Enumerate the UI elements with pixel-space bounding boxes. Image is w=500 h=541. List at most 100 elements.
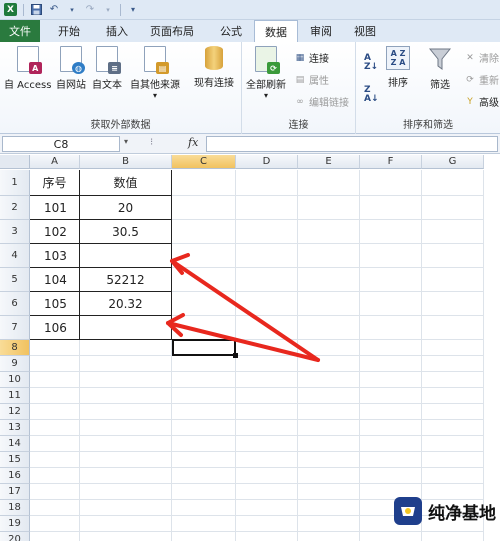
cell-f20[interactable] [360, 532, 422, 541]
cell-d5[interactable] [236, 268, 298, 292]
cell-e15[interactable] [298, 452, 360, 468]
clear-filter-button[interactable]: ✕ 清除 [464, 50, 499, 66]
cell-g9[interactable] [422, 356, 484, 372]
reapply-button[interactable]: ⟳ 重新 [464, 72, 499, 88]
cell-d17[interactable] [236, 484, 298, 500]
cell-e10[interactable] [298, 372, 360, 388]
cell-c3[interactable] [172, 220, 236, 244]
cell-e2[interactable] [298, 196, 360, 220]
cell-b18[interactable] [80, 500, 172, 516]
cell-d11[interactable] [236, 388, 298, 404]
row-header-5[interactable]: 5 [0, 268, 30, 292]
cell-b6[interactable]: 20.32 [80, 292, 172, 316]
save-icon[interactable] [30, 4, 42, 16]
cell-c16[interactable] [172, 468, 236, 484]
cell-a1[interactable]: 序号 [30, 170, 80, 196]
cell-d8[interactable] [236, 340, 298, 356]
cell-d2[interactable] [236, 196, 298, 220]
cell-a19[interactable] [30, 516, 80, 532]
cell-b1[interactable]: 数值 [80, 170, 172, 196]
row-header-3[interactable]: 3 [0, 220, 30, 244]
cell-e1[interactable] [298, 170, 360, 196]
cell-g10[interactable] [422, 372, 484, 388]
cell-f16[interactable] [360, 468, 422, 484]
cell-b17[interactable] [80, 484, 172, 500]
cell-g14[interactable] [422, 436, 484, 452]
name-box[interactable]: C8 [2, 136, 120, 152]
formula-input[interactable] [206, 136, 498, 152]
cell-e20[interactable] [298, 532, 360, 541]
from-web-button[interactable]: ◍ 自网站 [56, 46, 86, 91]
cell-e3[interactable] [298, 220, 360, 244]
cell-a18[interactable] [30, 500, 80, 516]
cell-c17[interactable] [172, 484, 236, 500]
cell-g20[interactable] [422, 532, 484, 541]
cell-d14[interactable] [236, 436, 298, 452]
existing-connections-button[interactable]: 现有连接 [194, 46, 234, 89]
cell-a6[interactable]: 105 [30, 292, 80, 316]
cell-a5[interactable]: 104 [30, 268, 80, 292]
cell-b8[interactable] [80, 340, 172, 356]
cell-a8[interactable] [30, 340, 80, 356]
cell-b2[interactable]: 20 [80, 196, 172, 220]
cell-e17[interactable] [298, 484, 360, 500]
row-header-11[interactable]: 11 [0, 388, 30, 404]
cell-d7[interactable] [236, 316, 298, 340]
edit-links-button[interactable]: ∞ 编辑链接 [294, 94, 349, 110]
row-header-2[interactable]: 2 [0, 196, 30, 220]
active-cell-c8[interactable] [172, 339, 236, 356]
cell-d1[interactable] [236, 170, 298, 196]
cell-f7[interactable] [360, 316, 422, 340]
cell-b12[interactable] [80, 404, 172, 420]
row-header-17[interactable]: 17 [0, 484, 30, 500]
cell-c19[interactable] [172, 516, 236, 532]
cell-c1[interactable] [172, 170, 236, 196]
cell-e5[interactable] [298, 268, 360, 292]
cell-b13[interactable] [80, 420, 172, 436]
filter-button[interactable]: 筛选 [428, 46, 452, 91]
cell-g4[interactable] [422, 244, 484, 268]
row-header-1[interactable]: 1 [0, 170, 30, 196]
cell-a16[interactable] [30, 468, 80, 484]
cell-b19[interactable] [80, 516, 172, 532]
cell-a7[interactable]: 106 [30, 316, 80, 340]
column-header-f[interactable]: F [360, 155, 422, 169]
cell-d6[interactable] [236, 292, 298, 316]
row-header-16[interactable]: 16 [0, 468, 30, 484]
cell-d16[interactable] [236, 468, 298, 484]
tab-review[interactable]: 审阅 [298, 20, 344, 42]
cell-c11[interactable] [172, 388, 236, 404]
column-header-a[interactable]: A [30, 155, 80, 169]
cell-g5[interactable] [422, 268, 484, 292]
cell-g12[interactable] [422, 404, 484, 420]
cell-f2[interactable] [360, 196, 422, 220]
cell-b14[interactable] [80, 436, 172, 452]
cell-f14[interactable] [360, 436, 422, 452]
sort-button[interactable]: A ZZ A 排序 [386, 46, 410, 89]
cell-g15[interactable] [422, 452, 484, 468]
cell-a12[interactable] [30, 404, 80, 420]
cell-g8[interactable] [422, 340, 484, 356]
cell-d13[interactable] [236, 420, 298, 436]
cell-b5[interactable]: 52212 [80, 268, 172, 292]
cell-e13[interactable] [298, 420, 360, 436]
cell-a17[interactable] [30, 484, 80, 500]
cell-d3[interactable] [236, 220, 298, 244]
cell-b10[interactable] [80, 372, 172, 388]
tab-data[interactable]: 数据 [254, 20, 298, 42]
column-header-c[interactable]: C [172, 155, 236, 169]
from-text-button[interactable]: ≡ 自文本 [92, 46, 122, 91]
cell-e16[interactable] [298, 468, 360, 484]
tab-page-layout[interactable]: 页面布局 [136, 20, 208, 42]
cell-b7[interactable] [80, 316, 172, 340]
cell-a2[interactable]: 101 [30, 196, 80, 220]
cell-a14[interactable] [30, 436, 80, 452]
cell-g2[interactable] [422, 196, 484, 220]
from-access-button[interactable]: A 自 Access [4, 46, 51, 91]
cell-a4[interactable]: 103 [30, 244, 80, 268]
cell-c2[interactable] [172, 196, 236, 220]
cell-e6[interactable] [298, 292, 360, 316]
cell-f5[interactable] [360, 268, 422, 292]
cell-c4[interactable] [172, 244, 236, 268]
tab-view[interactable]: 视图 [344, 20, 386, 42]
